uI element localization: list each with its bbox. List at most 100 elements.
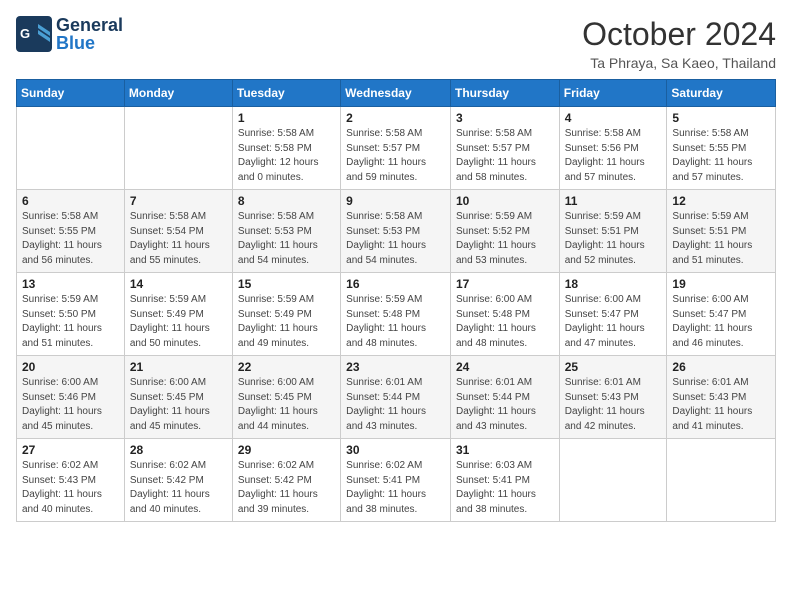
day-number: 13 — [22, 277, 119, 291]
day-info: Sunrise: 6:01 AMSunset: 5:44 PMDaylight:… — [346, 376, 445, 434]
calendar-cell: 5 Sunrise: 5:58 AMSunset: 5:55 PMDaylight… — [667, 107, 776, 190]
calendar-week-row: 1 Sunrise: 5:58 AMSunset: 5:58 PMDaylight… — [17, 107, 776, 190]
day-info: Sunrise: 6:00 AMSunset: 5:46 PMDaylight:… — [22, 376, 119, 434]
calendar-table: SundayMondayTuesdayWednesdayThursdayFrid… — [16, 79, 776, 522]
day-info: Sunrise: 5:58 AMSunset: 5:53 PMDaylight:… — [238, 210, 335, 268]
calendar-cell: 1 Sunrise: 5:58 AMSunset: 5:58 PMDaylight… — [232, 107, 340, 190]
calendar-cell — [17, 107, 125, 190]
calendar-cell: 3 Sunrise: 5:58 AMSunset: 5:57 PMDaylight… — [450, 107, 559, 190]
calendar-cell: 10 Sunrise: 5:59 AMSunset: 5:52 PMDayligh… — [450, 190, 559, 273]
day-number: 3 — [456, 111, 554, 125]
day-info: Sunrise: 6:00 AMSunset: 5:45 PMDaylight:… — [130, 376, 227, 434]
day-info: Sunrise: 5:59 AMSunset: 5:51 PMDaylight:… — [672, 210, 770, 268]
day-number: 27 — [22, 443, 119, 457]
day-number: 19 — [672, 277, 770, 291]
calendar-cell: 24 Sunrise: 6:01 AMSunset: 5:44 PMDayligh… — [450, 356, 559, 439]
day-info: Sunrise: 5:58 AMSunset: 5:58 PMDaylight:… — [238, 127, 335, 185]
day-number: 15 — [238, 277, 335, 291]
day-number: 17 — [456, 277, 554, 291]
calendar-cell: 9 Sunrise: 5:58 AMSunset: 5:53 PMDaylight… — [341, 190, 451, 273]
calendar-cell: 13 Sunrise: 5:59 AMSunset: 5:50 PMDayligh… — [17, 273, 125, 356]
logo-text-blue: Blue — [56, 34, 123, 52]
day-info: Sunrise: 5:58 AMSunset: 5:57 PMDaylight:… — [346, 127, 445, 185]
calendar-cell: 7 Sunrise: 5:58 AMSunset: 5:54 PMDaylight… — [124, 190, 232, 273]
day-number: 24 — [456, 360, 554, 374]
calendar-cell — [667, 439, 776, 522]
day-info: Sunrise: 5:58 AMSunset: 5:55 PMDaylight:… — [672, 127, 770, 185]
day-number: 11 — [565, 194, 662, 208]
day-info: Sunrise: 5:59 AMSunset: 5:49 PMDaylight:… — [238, 293, 335, 351]
day-info: Sunrise: 6:00 AMSunset: 5:47 PMDaylight:… — [565, 293, 662, 351]
day-number: 8 — [238, 194, 335, 208]
day-number: 23 — [346, 360, 445, 374]
logo-text-general: General — [56, 16, 123, 34]
calendar-cell: 26Sunrise: 6:01 AMSunset: 5:43 PMDayligh… — [667, 356, 776, 439]
weekday-header-friday: Friday — [559, 80, 667, 107]
day-number: 5 — [672, 111, 770, 125]
day-info: Sunrise: 6:00 AMSunset: 5:48 PMDaylight:… — [456, 293, 554, 351]
calendar-cell: 19 Sunrise: 6:00 AMSunset: 5:47 PMDayligh… — [667, 273, 776, 356]
day-info: Sunrise: 6:02 AMSunset: 5:41 PMDaylight:… — [346, 459, 445, 517]
svg-text:G: G — [20, 26, 30, 41]
weekday-header-wednesday: Wednesday — [341, 80, 451, 107]
day-number: 1 — [238, 111, 335, 125]
page-header: G General Blue October 2024 Ta Phraya, S… — [16, 16, 776, 71]
title-block: October 2024 Ta Phraya, Sa Kaeo, Thailan… — [582, 16, 776, 71]
calendar-cell: 21 Sunrise: 6:00 AMSunset: 5:45 PMDayligh… — [124, 356, 232, 439]
day-info: Sunrise: 5:59 AMSunset: 5:51 PMDaylight:… — [565, 210, 662, 268]
calendar-cell: 6 Sunrise: 5:58 AMSunset: 5:55 PMDaylight… — [17, 190, 125, 273]
day-info: Sunrise: 5:58 AMSunset: 5:54 PMDaylight:… — [130, 210, 227, 268]
calendar-cell: 14 Sunrise: 5:59 AMSunset: 5:49 PMDayligh… — [124, 273, 232, 356]
calendar-cell: 18 Sunrise: 6:00 AMSunset: 5:47 PMDayligh… — [559, 273, 667, 356]
weekday-header-thursday: Thursday — [450, 80, 559, 107]
calendar-week-row: 27 Sunrise: 6:02 AMSunset: 5:43 PMDayligh… — [17, 439, 776, 522]
day-number: 9 — [346, 194, 445, 208]
calendar-cell: 20 Sunrise: 6:00 AMSunset: 5:46 PMDayligh… — [17, 356, 125, 439]
calendar-cell: 16Sunrise: 5:59 AMSunset: 5:48 PMDayligh… — [341, 273, 451, 356]
day-number: 31 — [456, 443, 554, 457]
day-number: 20 — [22, 360, 119, 374]
month-title: October 2024 — [582, 16, 776, 53]
day-number: 16 — [346, 277, 445, 291]
day-info: Sunrise: 5:59 AMSunset: 5:52 PMDaylight:… — [456, 210, 554, 268]
calendar-cell: 25 Sunrise: 6:01 AMSunset: 5:43 PMDayligh… — [559, 356, 667, 439]
day-number: 30 — [346, 443, 445, 457]
day-number: 25 — [565, 360, 662, 374]
day-info: Sunrise: 6:01 AMSunset: 5:44 PMDaylight:… — [456, 376, 554, 434]
day-info: Sunrise: 5:58 AMSunset: 5:53 PMDaylight:… — [346, 210, 445, 268]
day-info: Sunrise: 5:58 AMSunset: 5:55 PMDaylight:… — [22, 210, 119, 268]
day-number: 26 — [672, 360, 770, 374]
day-info: Sunrise: 5:59 AMSunset: 5:50 PMDaylight:… — [22, 293, 119, 351]
day-number: 6 — [22, 194, 119, 208]
day-info: Sunrise: 5:58 AMSunset: 5:57 PMDaylight:… — [456, 127, 554, 185]
day-number: 18 — [565, 277, 662, 291]
calendar-cell: 31Sunrise: 6:03 AMSunset: 5:41 PMDayligh… — [450, 439, 559, 522]
day-number: 12 — [672, 194, 770, 208]
day-info: Sunrise: 6:01 AMSunset: 5:43 PMDaylight:… — [565, 376, 662, 434]
calendar-week-row: 20 Sunrise: 6:00 AMSunset: 5:46 PMDayligh… — [17, 356, 776, 439]
calendar-cell: 30 Sunrise: 6:02 AMSunset: 5:41 PMDayligh… — [341, 439, 451, 522]
calendar-cell: 23 Sunrise: 6:01 AMSunset: 5:44 PMDayligh… — [341, 356, 451, 439]
day-number: 7 — [130, 194, 227, 208]
day-number: 2 — [346, 111, 445, 125]
calendar-cell: 29Sunrise: 6:02 AMSunset: 5:42 PMDayligh… — [232, 439, 340, 522]
day-info: Sunrise: 5:59 AMSunset: 5:49 PMDaylight:… — [130, 293, 227, 351]
calendar-cell: 27 Sunrise: 6:02 AMSunset: 5:43 PMDayligh… — [17, 439, 125, 522]
day-info: Sunrise: 6:00 AMSunset: 5:47 PMDaylight:… — [672, 293, 770, 351]
day-info: Sunrise: 5:58 AMSunset: 5:56 PMDaylight:… — [565, 127, 662, 185]
day-info: Sunrise: 6:02 AMSunset: 5:43 PMDaylight:… — [22, 459, 119, 517]
day-number: 14 — [130, 277, 227, 291]
calendar-cell: 28 Sunrise: 6:02 AMSunset: 5:42 PMDayligh… — [124, 439, 232, 522]
day-info: Sunrise: 6:02 AMSunset: 5:42 PMDaylight:… — [130, 459, 227, 517]
calendar-cell: 8 Sunrise: 5:58 AMSunset: 5:53 PMDaylight… — [232, 190, 340, 273]
day-number: 21 — [130, 360, 227, 374]
day-number: 4 — [565, 111, 662, 125]
day-number: 10 — [456, 194, 554, 208]
logo-icon: G — [16, 16, 52, 52]
calendar-cell — [559, 439, 667, 522]
day-number: 28 — [130, 443, 227, 457]
calendar-cell: 17 Sunrise: 6:00 AMSunset: 5:48 PMDayligh… — [450, 273, 559, 356]
calendar-cell: 2 Sunrise: 5:58 AMSunset: 5:57 PMDaylight… — [341, 107, 451, 190]
calendar-week-row: 6 Sunrise: 5:58 AMSunset: 5:55 PMDaylight… — [17, 190, 776, 273]
calendar-cell: 22Sunrise: 6:00 AMSunset: 5:45 PMDayligh… — [232, 356, 340, 439]
